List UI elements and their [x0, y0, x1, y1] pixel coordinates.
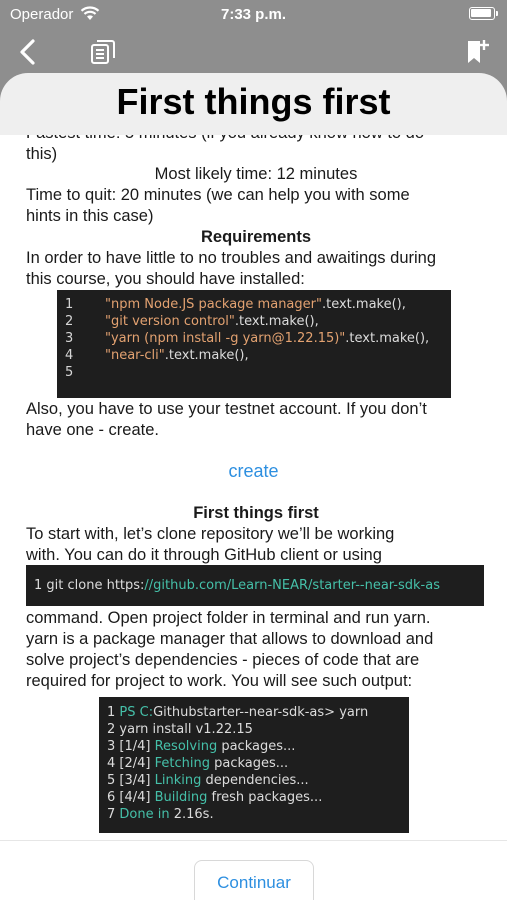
text-line: this course, you should have installed:	[26, 270, 305, 288]
status-time: 7:33 p.m.	[220, 6, 287, 23]
footer-divider	[0, 840, 507, 841]
code-block-requirements: 1 "npm Node.JS package manager".text.make…	[57, 290, 451, 398]
text-line: In order to have little to no troubles a…	[26, 249, 437, 267]
battery-icon	[469, 7, 498, 20]
terminal-line: 1 PS C:Githubstarter--near-sdk-as> yarn	[107, 705, 369, 720]
continue-button[interactable]: Continuar	[194, 860, 314, 900]
text-line: this)	[26, 145, 58, 163]
terminal-line: 2 yarn install v1.22.15	[107, 722, 253, 737]
terminal-line: 6 [4/4] Building fresh packages...	[107, 790, 323, 805]
back-chevron-icon	[20, 39, 35, 65]
text-line: required for project to work. You will s…	[26, 672, 413, 690]
terminal-line: 3 [1/4] Resolving packages...	[107, 739, 296, 754]
status-bar: Operador 7:33 p.m.	[0, 0, 507, 30]
text-line: with. You can do it through GitHub clien…	[26, 546, 382, 564]
code-line: 2 "git version control".text.make(),	[65, 314, 319, 329]
code-line: 3 "yarn (npm install -g yarn@1.22.15)".te…	[65, 331, 430, 346]
terminal-line: 7 Done in 2.16s.	[107, 807, 214, 822]
quit-time: Time to quit: 20 minutes (we can help yo…	[26, 186, 410, 204]
code-line: 5	[65, 365, 74, 380]
lesson-list-button[interactable]	[87, 36, 119, 68]
back-button[interactable]	[12, 36, 44, 68]
text-line: have one - create.	[26, 421, 159, 439]
code-block-terminal: 1 PS C:Githubstarter--near-sdk-as> yarn …	[99, 697, 409, 833]
likely-time: Most likely time: 12 minutes	[154, 165, 358, 183]
add-bookmark-button[interactable]	[461, 36, 493, 68]
text-line: Also, you have to use your testnet accou…	[26, 400, 427, 418]
code-line: 1 "npm Node.JS package manager".text.make…	[65, 297, 406, 312]
text-line: hints in this case)	[26, 207, 154, 225]
text-line: To start with, let’s clone repository we…	[26, 525, 395, 543]
text-line: yarn is a package manager that allows to…	[26, 630, 434, 648]
requirements-heading: Requirements	[200, 228, 312, 246]
section-heading: First things first	[193, 504, 319, 522]
bookmark-add-icon	[468, 40, 489, 63]
header: Operador 7:33 p.m. First things first	[0, 0, 507, 135]
lesson-content[interactable]: Fastest time: 5 minutes (if you already …	[0, 135, 507, 840]
create-link[interactable]: create	[0, 461, 507, 482]
lesson-list-icon	[91, 40, 115, 64]
page-title: First things first	[116, 81, 391, 122]
code-block-clone: 1 git clone https://github.com/Learn-NEA…	[26, 565, 484, 606]
terminal-line: 4 [2/4] Fetching packages...	[107, 756, 289, 771]
text-line: command. Open project folder in terminal…	[26, 609, 431, 627]
clipped-line: Fastest time: 5 minutes (if you already …	[26, 135, 486, 144]
text-line: solve project’s dependencies - pieces of…	[26, 651, 420, 669]
code-line: 4 "near-cli".text.make(),	[65, 348, 249, 363]
terminal-line: 5 [3/4] Linking dependencies...	[107, 773, 309, 788]
